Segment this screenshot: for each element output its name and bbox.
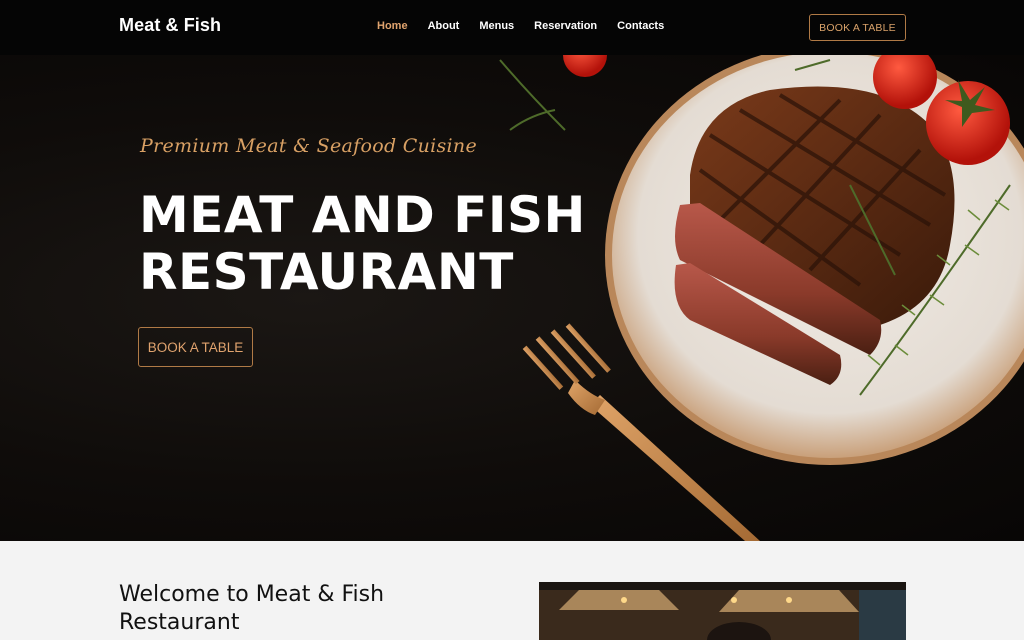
- nav-item-contacts[interactable]: Contacts: [617, 20, 664, 32]
- nav-item-home[interactable]: Home: [377, 20, 408, 32]
- nav-item-reservation[interactable]: Reservation: [534, 20, 597, 32]
- site-logo[interactable]: Meat & Fish: [119, 15, 221, 36]
- restaurant-interior-photo: [539, 582, 906, 640]
- hero-section: Premium Meat & Seafood Cuisine MEAT AND …: [0, 55, 1024, 541]
- nav-item-menus[interactable]: Menus: [479, 20, 514, 32]
- restaurant-photo-image: [539, 582, 906, 640]
- welcome-title: Welcome to Meat & Fish Restaurant: [119, 582, 385, 635]
- main-nav: Home About Menus Reservation Contacts: [377, 20, 684, 32]
- nav-item-about[interactable]: About: [428, 20, 460, 32]
- hero-tagline: Premium Meat & Seafood Cuisine: [140, 135, 478, 157]
- header-book-table-button[interactable]: BOOK A TABLE: [809, 14, 906, 41]
- hero-title: MEAT AND FISH RESTAURANT: [139, 186, 586, 301]
- top-navigation-bar: Meat & Fish Home About Menus Reservation…: [0, 0, 1024, 55]
- hero-book-table-button[interactable]: BOOK A TABLE: [138, 327, 253, 367]
- welcome-section: Welcome to Meat & Fish Restaurant: [0, 541, 1024, 640]
